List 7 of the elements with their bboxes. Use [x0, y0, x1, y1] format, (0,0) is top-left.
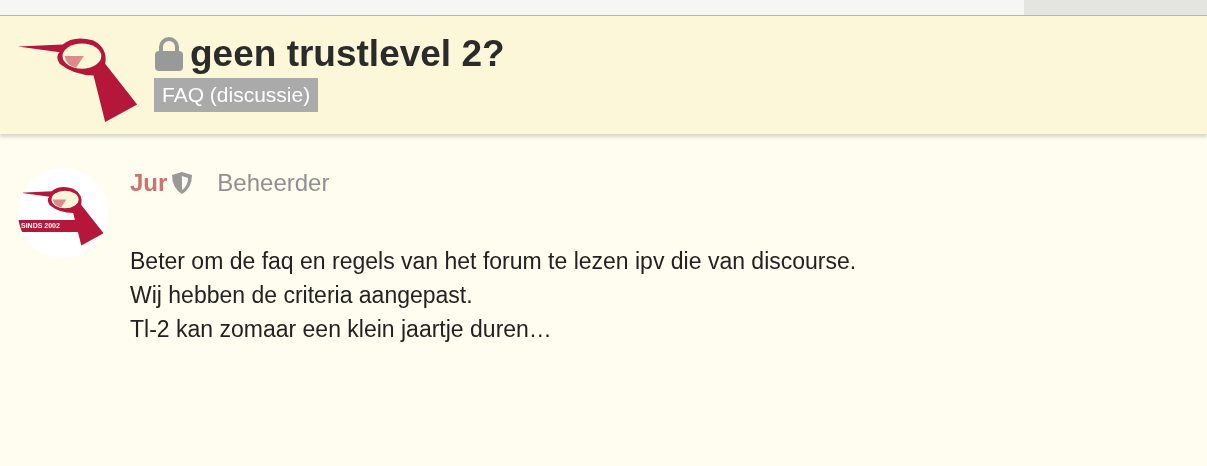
- author-name[interactable]: Jur: [130, 165, 168, 201]
- topic-title: geen trustlevel 2?: [190, 32, 505, 76]
- post-text: Wij hebben de criteria aangepast.: [130, 281, 474, 310]
- post-text: Tl-2 kan zomaar een klein jaartje duren…: [130, 315, 553, 344]
- post-text: Beter om de faq en regels van het forum te lezen ipv die van discourse.: [130, 247, 857, 276]
- author-role: Beheerder: [217, 168, 330, 198]
- category-badge[interactable]: FAQ (discussie): [154, 78, 319, 112]
